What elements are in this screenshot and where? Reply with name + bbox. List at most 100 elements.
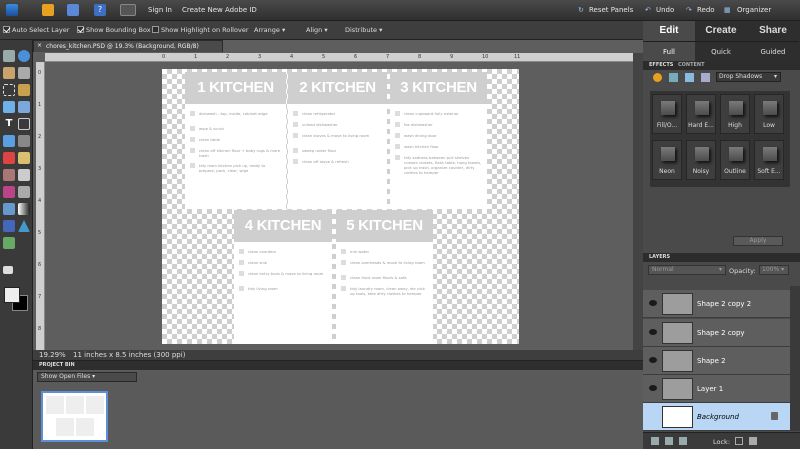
canvas-scrollbar[interactable] [633,53,643,350]
auto-select-layer-label: Auto Select Layer [12,26,70,34]
document-tab-close-icon[interactable]: × [37,42,42,49]
zoom-tool-icon[interactable] [18,50,30,62]
blend-mode-dropdown[interactable]: Normal ▾ [648,265,726,275]
marquee-tool-icon[interactable] [3,84,15,96]
lasso-tool-icon[interactable] [18,84,30,96]
chore-item: tidy laundry room, clean away, etc pick … [341,286,428,296]
tab-create[interactable]: Create [695,21,747,41]
cookie-cutter-tool-icon[interactable] [3,135,15,147]
layer-row-selected[interactable]: Background [643,403,790,431]
subtab-quick[interactable]: Quick [695,41,747,61]
layers-panel-header: LAYERS [643,253,800,262]
clone-stamp-tool-icon[interactable] [3,169,15,181]
subtab-guided[interactable]: Guided [747,41,799,61]
default-colors-icon[interactable] [3,266,13,274]
effects-tab[interactable]: EFFECTS [649,61,673,70]
chore-checkbox [293,111,298,116]
layer-row[interactable]: Shape 2 [643,347,790,375]
visibility-eye-icon[interactable] [649,357,657,363]
layer-row[interactable]: Shape 2 copy [643,319,790,347]
chore-card-title: 5 KITCHEN [336,210,433,242]
apply-button[interactable]: Apply [733,236,783,246]
blur-tool-icon[interactable] [18,220,30,232]
effect-fill-opacity[interactable]: Fill/O... [652,94,682,134]
project-bin: Show Open Files ▾ [33,370,643,449]
photo-effects-icon[interactable] [685,73,694,82]
gradient-tool-icon[interactable] [18,203,30,215]
tab-share[interactable]: Share [747,21,799,41]
effect-soft-edge[interactable]: Soft E... [754,140,784,180]
crop-tool-icon[interactable] [18,118,30,130]
subtab-full[interactable]: Full [643,41,695,61]
ruler-tick-label: 0 [162,54,166,60]
sign-in-link[interactable]: Sign In [148,6,172,14]
layer-row[interactable]: Shape 2 copy 2 [643,290,790,318]
auto-select-layer-checkbox[interactable]: Auto Select Layer [3,26,69,34]
save-icon[interactable] [67,4,79,16]
layer-styles-icon[interactable] [653,73,662,82]
visibility-eye-icon[interactable] [649,385,657,391]
hand-tool-icon[interactable] [3,67,15,79]
effects-category-dropdown[interactable]: Drop Shadows ▾ [716,72,781,82]
help-icon[interactable]: ? [94,4,106,16]
healing-brush-tool-icon[interactable] [18,152,30,164]
effect-high[interactable]: High [720,94,750,134]
create-adobe-id-link[interactable]: Create New Adobe ID [182,6,257,14]
redo-button[interactable]: Redo [697,6,715,14]
organizer-button[interactable]: Organizer [737,6,771,14]
arrange-dropdown[interactable]: Arrange ▾ [254,26,285,34]
foreground-color-swatch[interactable] [4,287,20,303]
effect-hard-edge[interactable]: Hard E... [686,94,716,134]
filters-icon[interactable] [669,73,678,82]
layers-scrollbar[interactable] [790,286,800,431]
distribute-dropdown[interactable]: Distribute ▾ [345,26,382,34]
type-tool-icon[interactable]: T [3,118,15,130]
content-tab[interactable]: CONTENT [678,61,705,70]
open-file-thumbnail[interactable] [41,391,108,442]
align-dropdown[interactable]: Align ▾ [306,26,328,34]
opacity-field[interactable]: 100% ▾ [759,265,789,275]
paint-bucket-tool-icon[interactable] [3,203,15,215]
show-open-files-dropdown[interactable]: Show Open Files ▾ [37,372,137,382]
document-tab[interactable]: × chores_kitchen.PSD @ 19.3% (Background… [33,40,223,52]
show-bounding-box-checkbox[interactable]: Show Bounding Box [77,26,151,34]
document-canvas[interactable]: 1 KITCHEN dishwash - top, inside, cabinet… [162,69,519,344]
ruler-tick-label: 2 [226,54,230,60]
layout-menu-icon[interactable] [120,4,136,16]
eraser-tool-icon[interactable] [18,169,30,181]
shape-tool-icon[interactable] [3,220,15,232]
effect-outline[interactable]: Outline [720,140,750,180]
undo-button[interactable]: Undo [656,6,674,14]
new-adjustment-layer-icon[interactable] [665,437,673,445]
effect-noisy[interactable]: Noisy [686,140,716,180]
effect-label: Low [763,122,775,129]
straighten-tool-icon[interactable] [18,135,30,147]
reset-panels-button[interactable]: Reset Panels [589,6,633,14]
show-highlight-checkbox[interactable]: Show Highlight on Rollover [152,26,249,34]
brush-tool-icon[interactable] [3,186,15,198]
ruler-tick-label: 11 [514,54,521,60]
visibility-eye-icon[interactable] [649,329,657,335]
visibility-eye-icon[interactable] [649,300,657,306]
opacity-value: 100% [762,266,780,273]
new-layer-icon[interactable] [651,437,659,445]
lock-transparency-icon[interactable] [735,437,743,445]
effect-neon[interactable]: Neon [652,140,682,180]
chore-item: tidy main kitchen pick up, ready to prep… [190,163,281,173]
tab-edit[interactable]: Edit [643,21,695,41]
move-tool-icon[interactable] [3,50,15,62]
quick-selection-tool-icon[interactable] [18,101,30,113]
lock-all-icon[interactable] [749,437,757,445]
align-label: Align [306,26,323,34]
effect-low[interactable]: Low [754,94,784,134]
eyedropper-tool-icon[interactable] [18,67,30,79]
delete-layer-icon[interactable] [679,437,687,445]
open-folder-icon[interactable] [42,4,54,16]
zoom-level[interactable]: 19.29% [39,351,66,359]
magic-wand-tool-icon[interactable] [3,101,15,113]
red-eye-tool-icon[interactable] [3,152,15,164]
sponge-tool-icon[interactable] [3,237,15,249]
layer-row[interactable]: Layer 1 [643,375,790,403]
pencil-tool-icon[interactable] [18,186,30,198]
all-effects-icon[interactable] [701,73,710,82]
